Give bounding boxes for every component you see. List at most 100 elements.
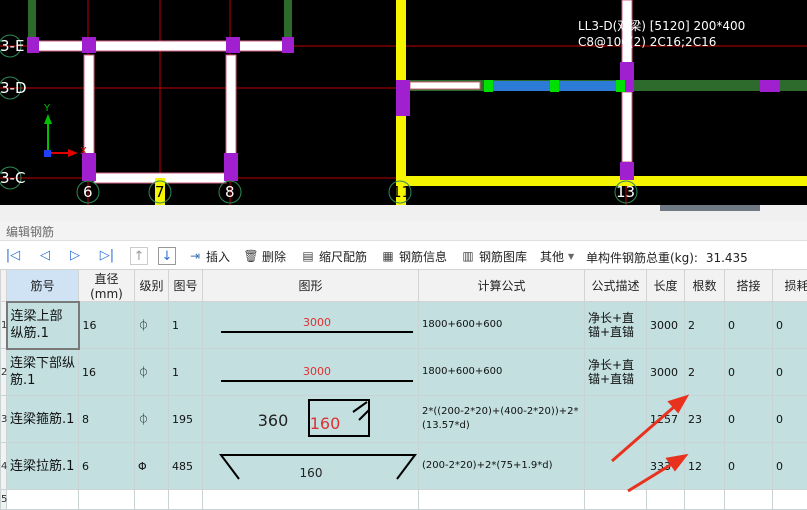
scale-rebar-label: 缩尺配筋 (319, 248, 367, 265)
loss-cell[interactable]: 0 (773, 302, 807, 349)
bar-name-cell[interactable]: 连梁下部纵筋.1 (7, 349, 79, 396)
empty-cell[interactable] (725, 490, 773, 510)
other-label: 其他 (540, 248, 564, 265)
grade-cell[interactable]: ⏀ (135, 396, 169, 443)
header-bar-no[interactable]: 筋号 (7, 270, 79, 302)
fig-no-cell[interactable]: 195 (169, 396, 203, 443)
bar-name-cell[interactable]: 连梁箍筋.1 (7, 396, 79, 443)
length-cell[interactable]: 1257 (647, 396, 685, 443)
header-lap[interactable]: 搭接 (725, 270, 773, 302)
lap-cell[interactable]: 0 (725, 443, 773, 490)
move-down-icon[interactable]: ↓ (158, 247, 176, 265)
fig-no-cell[interactable]: 1 (169, 302, 203, 349)
table-row[interactable]: 3 连梁箍筋.1 8 ⏀ 195 360 160 2*((200-2*20)+(… (1, 396, 807, 443)
next-record-icon[interactable]: ▷ (66, 247, 84, 265)
loss-cell[interactable]: 0 (773, 443, 807, 490)
axis-label-row-e: 3-E (0, 37, 24, 55)
bar-name-cell[interactable]: 连梁拉筋.1 (7, 443, 79, 490)
header-loss[interactable]: 损耗 (773, 270, 807, 302)
lap-cell[interactable]: 0 (725, 349, 773, 396)
lap-cell[interactable]: 0 (725, 302, 773, 349)
beam-info-line2: C8@100(2) 2C16;2C16 (578, 35, 716, 49)
last-record-icon[interactable]: ▷| (98, 247, 116, 265)
shape-cell[interactable]: 360 160 (203, 396, 419, 443)
info-grid-icon: ▦ (380, 248, 396, 264)
formula-cell[interactable]: 1800+600+600 (419, 302, 585, 349)
table-row-empty[interactable]: 5 (1, 490, 807, 510)
formula-desc-cell[interactable] (585, 443, 647, 490)
empty-cell[interactable] (647, 490, 685, 510)
diameter-cell[interactable]: 16 (79, 349, 135, 396)
beam-info-line1: LL3-D(双梁) [5120] 200*400 (578, 17, 745, 34)
diameter-cell[interactable]: 6 (79, 443, 135, 490)
empty-cell[interactable] (585, 490, 647, 510)
formula-desc-cell[interactable]: 净长+直锚+直锚 (585, 302, 647, 349)
lap-cell[interactable]: 0 (725, 396, 773, 443)
header-formula[interactable]: 计算公式 (419, 270, 585, 302)
table-row[interactable]: 2 连梁下部纵筋.1 16 ⏀ 1 3000 1800+600+600 净长+直… (1, 349, 807, 396)
shape-cell[interactable]: 160 (203, 443, 419, 490)
shape-dimension-label: 160 (310, 414, 341, 433)
prev-record-icon[interactable]: ◁ (36, 247, 54, 265)
count-cell[interactable]: 12 (685, 443, 725, 490)
length-cell[interactable]: 3000 (647, 302, 685, 349)
count-cell[interactable]: 2 (685, 302, 725, 349)
formula-cell[interactable]: (200-2*20)+2*(75+1.9*d) (419, 443, 585, 490)
fig-no-cell[interactable]: 1 (169, 349, 203, 396)
diameter-cell[interactable]: 16 (79, 302, 135, 349)
cad-viewport[interactable]: 3-E 3-D 3-C 6 7 8 11 13 Y X LL3-D(双梁) [5… (0, 0, 807, 205)
splitter-grip[interactable] (660, 205, 760, 211)
axis-label-col-6: 6 (83, 183, 93, 201)
table-row[interactable]: 1 连梁上部纵筋.1 16 ⏀ 1 3000 1800+600+600 净长+直… (1, 302, 807, 349)
fig-no-cell[interactable]: 485 (169, 443, 203, 490)
empty-cell[interactable] (79, 490, 135, 510)
delete-button[interactable]: 🗑 删除 (243, 246, 286, 266)
other-dropdown[interactable]: 其他 ▼ (540, 246, 574, 266)
loss-cell[interactable]: 0 (773, 349, 807, 396)
delete-label: 删除 (262, 248, 286, 265)
scale-rebar-button[interactable]: ▤ 缩尺配筋 (300, 246, 367, 266)
empty-cell[interactable] (773, 490, 807, 510)
header-fig-no[interactable]: 图号 (169, 270, 203, 302)
formula-desc-cell[interactable]: 净长+直锚+直锚 (585, 349, 647, 396)
axis-label-row-d: 3-D (0, 79, 27, 97)
diameter-cell[interactable]: 8 (79, 396, 135, 443)
length-cell[interactable]: 3000 (647, 349, 685, 396)
toolbar: |◁ ◁ ▷ ▷| ↑ ↓ ⇥ 插入 🗑 删除 ▤ 缩尺配筋 ▦ 钢筋信息 ▥ … (0, 243, 807, 269)
rebar-library-button[interactable]: ▥ 钢筋图库 (460, 246, 527, 266)
header-length[interactable]: 长度 (647, 270, 685, 302)
length-cell[interactable]: 333 (647, 443, 685, 490)
axis-label-col-11: 11 (392, 183, 411, 201)
empty-cell[interactable] (7, 490, 79, 510)
insert-button[interactable]: ⇥ 插入 (187, 246, 230, 266)
header-formula-desc[interactable]: 公式描述 (585, 270, 647, 302)
rebar-info-button[interactable]: ▦ 钢筋信息 (380, 246, 447, 266)
empty-cell[interactable] (685, 490, 725, 510)
move-up-icon[interactable]: ↑ (130, 247, 148, 265)
grade-cell[interactable]: ⏀ (135, 349, 169, 396)
grade-cell[interactable]: Φ (135, 443, 169, 490)
shape-cell[interactable]: 3000 (203, 302, 419, 349)
empty-cell[interactable] (419, 490, 585, 510)
bar-name-cell[interactable]: 连梁上部纵筋.1 (7, 302, 79, 349)
header-count[interactable]: 根数 (685, 270, 725, 302)
rebar-table: 筋号 直径(mm) 级别 图号 图形 计算公式 公式描述 长度 根数 搭接 损耗… (0, 269, 807, 510)
first-record-icon[interactable]: |◁ (4, 247, 22, 265)
count-cell[interactable]: 23 (685, 396, 725, 443)
formula-cell[interactable]: 1800+600+600 (419, 349, 585, 396)
formula-cell[interactable]: 2*((200-2*20)+(400-2*20))+2*(13.57*d) (419, 396, 585, 443)
empty-cell[interactable] (135, 490, 169, 510)
table-row[interactable]: 4 连梁拉筋.1 6 Φ 485 160 (200-2*20)+2*(75+1.… (1, 443, 807, 490)
header-grade[interactable]: 级别 (135, 270, 169, 302)
shape-cell[interactable]: 3000 (203, 349, 419, 396)
formula-desc-cell[interactable] (585, 396, 647, 443)
empty-cell[interactable] (203, 490, 419, 510)
rebar-grid[interactable]: 筋号 直径(mm) 级别 图号 图形 计算公式 公式描述 长度 根数 搭接 损耗… (0, 269, 807, 506)
header-shape[interactable]: 图形 (203, 270, 419, 302)
loss-cell[interactable]: 0 (773, 396, 807, 443)
grade-cell[interactable]: ⏀ (135, 302, 169, 349)
empty-cell[interactable] (169, 490, 203, 510)
straight-bar-shape: 3000 (203, 302, 419, 348)
header-diameter[interactable]: 直径(mm) (79, 270, 135, 302)
count-cell[interactable]: 2 (685, 349, 725, 396)
